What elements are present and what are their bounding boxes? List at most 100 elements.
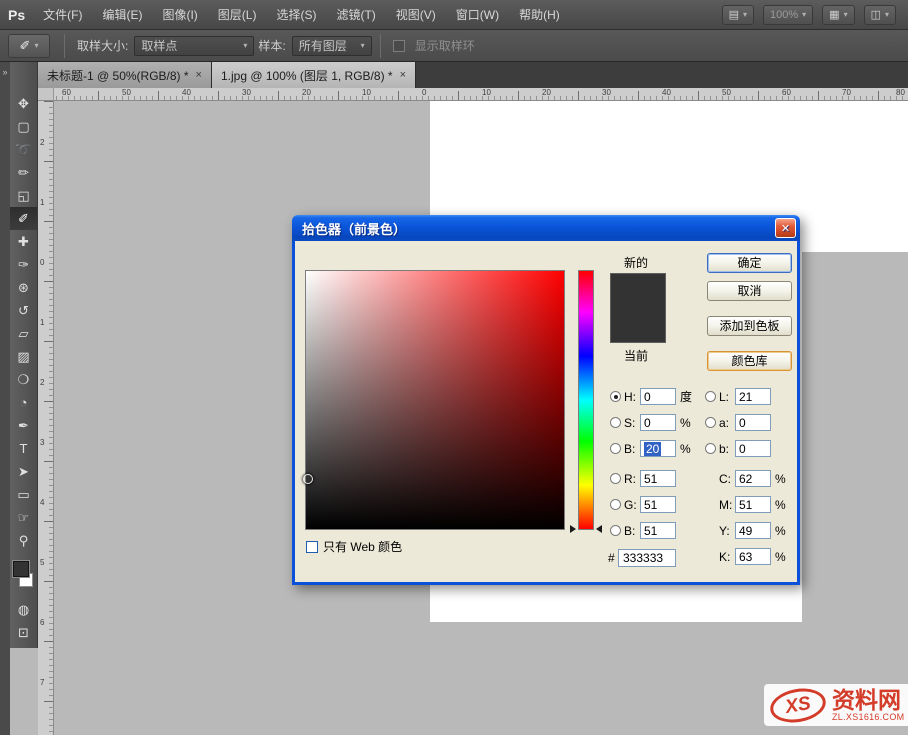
hue-unit: 度 [680, 390, 693, 404]
ok-button[interactable]: 确定 [707, 253, 792, 273]
show-sample-ring-checkbox[interactable] [392, 39, 405, 52]
lab-l-input[interactable]: 21 [735, 388, 771, 405]
saturation-radio[interactable] [610, 417, 621, 428]
menu-layer[interactable]: 图层(L) [208, 0, 267, 29]
blur-tool[interactable]: ❍ [10, 368, 37, 391]
ruler-label: 20 [542, 88, 551, 97]
tab-label: 未标题-1 @ 50%(RGB/8) * [47, 68, 189, 83]
add-to-swatches-button[interactable]: 添加到色板 [707, 316, 792, 336]
ruler-label: 30 [602, 88, 611, 97]
tab-1jpg[interactable]: 1.jpg @ 100% (图层 1, RGB/8) * × [211, 62, 417, 88]
lab-b-input[interactable]: 0 [735, 440, 771, 457]
color-libraries-button[interactable]: 颜色库 [707, 351, 792, 371]
red-input[interactable]: 51 [640, 470, 676, 487]
menu-view[interactable]: 视图(V) [386, 0, 446, 29]
ruler-label: 1 [40, 198, 45, 207]
foreground-color-swatch[interactable] [13, 561, 29, 577]
red-radio[interactable] [610, 473, 621, 484]
marquee-tool[interactable]: ▢ [10, 115, 37, 138]
chevron-down-icon: ▾ [34, 41, 39, 50]
color-swatches[interactable] [10, 556, 37, 598]
gradient-tool[interactable]: ▨ [10, 345, 37, 368]
menu-edit[interactable]: 编辑(E) [92, 0, 152, 29]
dialog-body: 新的 当前 确定 取消 添加到色板 颜色库 H: 0 度 S: 0 % B: 2… [292, 241, 800, 585]
hue-slider-handle[interactable] [596, 525, 602, 533]
magenta-input[interactable]: 51 [735, 496, 771, 513]
web-colors-only-checkbox[interactable] [306, 540, 318, 553]
lab-a-radio[interactable] [705, 417, 716, 428]
sample-layers-dropdown[interactable]: 所有图层 ▾ [291, 35, 372, 56]
sample-size-dropdown[interactable]: 取样点 ▾ [134, 35, 255, 56]
close-icon[interactable]: × [400, 69, 406, 81]
tool-preset-picker[interactable]: ✐ ▾ [8, 33, 50, 58]
black-input[interactable]: 63 [735, 548, 771, 565]
brightness-input[interactable]: 20 [640, 440, 676, 457]
document-tabs: 未标题-1 @ 50%(RGB/8) * × 1.jpg @ 100% (图层 … [38, 62, 908, 88]
dialog-close-button[interactable]: ✕ [775, 218, 796, 238]
black-row: K: 63 % [719, 548, 786, 565]
eraser-tool[interactable]: ▱ [10, 322, 37, 345]
pen-tool[interactable]: ✒ [10, 414, 37, 437]
hue-input[interactable]: 0 [640, 388, 676, 405]
screen-mode-button[interactable]: ⊡ [10, 621, 37, 644]
quick-selection-tool[interactable]: ✏ [10, 161, 37, 184]
close-icon[interactable]: × [196, 69, 202, 81]
menu-help[interactable]: 帮助(H) [509, 0, 570, 29]
brightness-radio[interactable] [610, 443, 621, 454]
brush-tool[interactable]: ✑ [10, 253, 37, 276]
type-tool[interactable]: T [10, 437, 37, 460]
arrange-documents-button[interactable]: ▦ ▾ [822, 4, 855, 25]
current-color-preview[interactable] [611, 308, 665, 342]
lab-b-label: b: [719, 441, 730, 456]
path-selection-tool[interactable]: ➤ [10, 460, 37, 483]
cancel-button[interactable]: 取消 [707, 281, 792, 301]
saturation-input[interactable]: 0 [640, 414, 676, 431]
move-tool[interactable]: ✥ [10, 92, 37, 115]
dialog-titlebar[interactable]: 拾色器（前景色） ✕ [292, 215, 800, 241]
cyan-input[interactable]: 62 [735, 470, 771, 487]
horizontal-ruler[interactable]: 60 50 40 30 20 10 0 10 20 30 40 50 60 70… [38, 88, 908, 101]
green-input[interactable]: 51 [640, 496, 676, 513]
healing-brush-tool[interactable]: ✚ [10, 230, 37, 253]
hand-tool[interactable]: ☞ [10, 506, 37, 529]
menu-window[interactable]: 窗口(W) [446, 0, 509, 29]
zoom-level-dropdown[interactable]: 100% ▾ [763, 4, 814, 25]
ruler-label: 60 [62, 88, 71, 97]
rectangle-tool[interactable]: ▭ [10, 483, 37, 506]
hex-input[interactable]: 333333 [618, 549, 676, 567]
history-brush-tool[interactable]: ↺ [10, 299, 37, 322]
zoom-tool[interactable]: ⚲ [10, 529, 37, 552]
lab-b-radio[interactable] [705, 443, 716, 454]
hue-slider-handle[interactable] [570, 525, 576, 533]
quick-mask-button[interactable]: ◍ [10, 598, 37, 621]
green-row: G: 51 [610, 496, 676, 513]
blue-input[interactable]: 51 [640, 522, 676, 539]
color-field-marker[interactable] [303, 474, 313, 484]
panel-collapse-strip[interactable]: » [0, 62, 10, 735]
menu-filter[interactable]: 滤镜(T) [326, 0, 385, 29]
blue-label: B: [624, 523, 636, 538]
green-radio[interactable] [610, 499, 621, 510]
hue-radio[interactable] [610, 391, 621, 402]
screen-mode-menu-button[interactable]: ◫ ▾ [863, 4, 896, 25]
red-label: R: [624, 471, 636, 486]
lasso-tool[interactable]: ➰ [10, 138, 37, 161]
menu-image[interactable]: 图像(I) [152, 0, 207, 29]
launch-bridge-button[interactable]: ▤ ▾ [721, 4, 754, 25]
menu-file[interactable]: 文件(F) [33, 0, 92, 29]
menu-select[interactable]: 选择(S) [266, 0, 326, 29]
vertical-ruler[interactable]: 2 1 0 1 2 3 4 5 6 7 [38, 101, 54, 735]
hue-slider[interactable] [578, 270, 594, 530]
tab-untitled-1[interactable]: 未标题-1 @ 50%(RGB/8) * × [38, 62, 212, 88]
web-colors-only-label: 只有 Web 颜色 [323, 540, 403, 554]
crop-tool[interactable]: ◱ [10, 184, 37, 207]
saturation-brightness-field[interactable] [303, 270, 565, 530]
brightness-label: B: [624, 441, 636, 456]
yellow-input[interactable]: 49 [735, 522, 771, 539]
blue-radio[interactable] [610, 525, 621, 536]
dodge-tool[interactable]: ◔ [10, 391, 37, 414]
clone-stamp-tool[interactable]: ⊛ [10, 276, 37, 299]
eyedropper-tool[interactable]: ✐ [10, 207, 37, 230]
lab-a-input[interactable]: 0 [735, 414, 771, 431]
lab-l-radio[interactable] [705, 391, 716, 402]
